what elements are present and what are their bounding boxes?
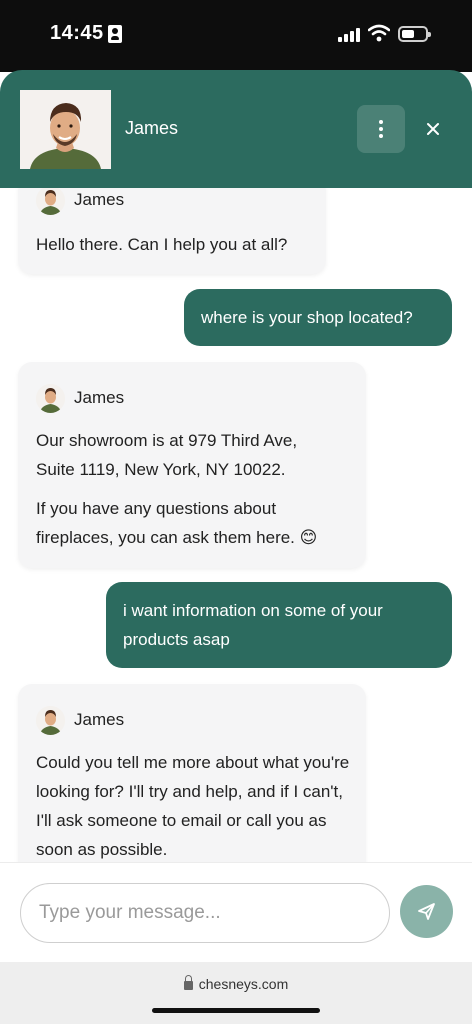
sender-name: James: [74, 710, 125, 729]
message-text: where is your shop located?: [201, 308, 413, 327]
wifi-icon: [368, 24, 390, 42]
user-message: i want information on some of your produ…: [106, 582, 452, 668]
close-icon: [427, 123, 439, 135]
sender-avatar: [36, 384, 65, 413]
status-bar: 14:45: [0, 0, 472, 72]
cellular-signal-icon: [338, 26, 360, 42]
message-text: Could you tell me more about what you're…: [36, 753, 350, 859]
battery-icon: [398, 26, 431, 42]
agent-message: James Could you tell me more about what …: [18, 684, 366, 862]
url-text: chesneys.com: [198, 976, 289, 992]
agent-name: James: [125, 118, 179, 138]
agent-avatar: [20, 90, 111, 169]
lock-icon: [183, 975, 193, 990]
message-text: Our showroom is at 979 Third Ave, Suite …: [36, 431, 298, 479]
send-icon: [418, 903, 435, 920]
close-button[interactable]: [418, 114, 448, 144]
message-text: Hello there. Can I help you at all?: [36, 235, 288, 254]
more-options-button[interactable]: [357, 105, 405, 153]
send-button[interactable]: [400, 885, 453, 938]
composer: [0, 862, 472, 962]
agent-message: James Hello there. Can I help you at all…: [18, 188, 326, 274]
message-input[interactable]: [20, 883, 390, 943]
user-message: where is your shop located?: [184, 289, 452, 346]
home-indicator[interactable]: [152, 1008, 320, 1013]
message-text: If you have any questions about fireplac…: [36, 499, 318, 547]
status-time: 14:45: [50, 22, 104, 44]
id-card-icon: [108, 25, 122, 43]
sender-name: James: [74, 190, 125, 209]
chat-header: James: [0, 70, 472, 188]
message-list[interactable]: James Hello there. Can I help you at all…: [0, 188, 472, 862]
sender-avatar: [36, 706, 65, 735]
sender-avatar: [36, 188, 65, 215]
address-bar[interactable]: chesneys.com: [0, 975, 472, 992]
browser-bar: chesneys.com: [0, 962, 472, 1024]
message-text: i want information on some of your produ…: [123, 601, 383, 649]
sender-name: James: [74, 388, 125, 407]
agent-message: James Our showroom is at 979 Third Ave, …: [18, 362, 366, 568]
